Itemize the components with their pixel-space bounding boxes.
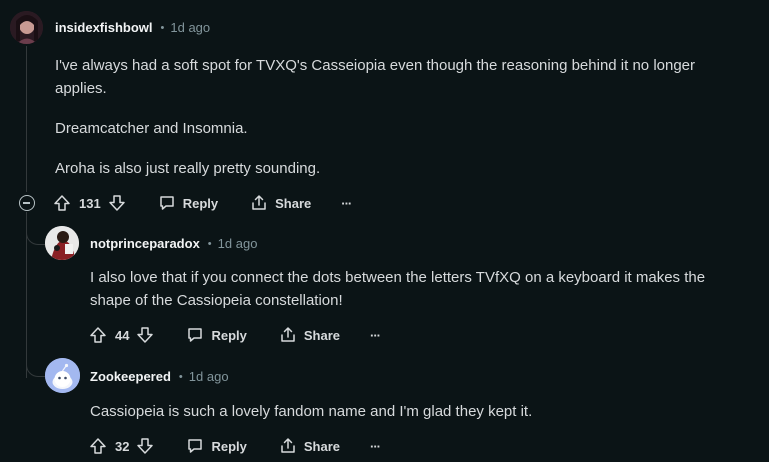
share-button[interactable]: Share [250, 194, 311, 212]
comment-icon [188, 439, 203, 453]
upvote-icon [90, 327, 106, 343]
comment-icon [159, 196, 174, 210]
username[interactable]: insidexfishbowl [55, 20, 153, 35]
share-icon [252, 195, 266, 210]
share-label: Share [303, 327, 341, 343]
comment-body: I've always had a soft spot for TVXQ's C… [55, 54, 745, 180]
reply-button[interactable]: Reply [158, 194, 218, 212]
upvote-button[interactable] [89, 437, 107, 455]
username[interactable]: notprinceparadox [90, 236, 200, 251]
reply-label: Reply [211, 327, 247, 343]
separator-dot: • [160, 21, 165, 34]
share-button[interactable]: Share [279, 437, 340, 455]
comment-actions: 32 Reply Share ··· [89, 430, 381, 462]
more-options-button[interactable]: ··· [370, 438, 381, 454]
thread-branch-1 [26, 222, 45, 245]
more-icon: ··· [341, 195, 352, 211]
comment-paragraph: Aroha is also just really pretty soundin… [55, 160, 321, 177]
reply-label: Reply [182, 195, 219, 211]
avatar[interactable] [10, 11, 43, 44]
comment-paragraph: Dreamcatcher and Insomnia. [55, 120, 248, 137]
downvote-button[interactable] [136, 326, 154, 344]
downvote-button[interactable] [108, 194, 126, 212]
timestamp[interactable]: 1d ago [170, 20, 210, 35]
reply-label: Reply [211, 438, 247, 454]
comment-paragraph: Cassiopeia is such a lovely fandom name … [90, 403, 533, 420]
upvote-button[interactable] [89, 326, 107, 344]
downvote-button[interactable] [136, 437, 154, 455]
username[interactable]: Zookeepered [90, 369, 171, 384]
thread-line-main [26, 46, 27, 192]
collapse-thread-button[interactable] [19, 195, 35, 211]
default-avatar-icon [45, 358, 80, 393]
comment-body: Cassiopeia is such a lovely fandom name … [90, 400, 750, 423]
comment-actions: 131 Reply Share ··· [53, 187, 352, 219]
vote-count: 32 [115, 438, 130, 454]
comment-icon [188, 328, 203, 342]
comment-body: I also love that if you connect the dots… [90, 266, 750, 312]
reply-button[interactable]: Reply [186, 437, 247, 455]
downvote-icon [137, 327, 154, 343]
upvote-icon [54, 195, 70, 211]
user-photo-icon [45, 226, 79, 260]
comment-paragraph: I also love that if you connect the dots… [90, 269, 706, 309]
comment-meta: insidexfishbowl • 1d ago [55, 20, 210, 35]
more-icon: ··· [370, 327, 381, 343]
timestamp[interactable]: 1d ago [189, 369, 229, 384]
avatar[interactable] [45, 358, 80, 393]
downvote-icon [137, 438, 154, 454]
more-icon: ··· [370, 438, 381, 454]
vote-count: 44 [115, 327, 130, 343]
share-icon [281, 327, 295, 342]
share-button[interactable]: Share [279, 326, 340, 344]
comment-meta: notprinceparadox • 1d ago [90, 236, 257, 251]
upvote-icon [90, 438, 106, 454]
separator-dot: • [207, 237, 212, 250]
upvote-button[interactable] [53, 194, 71, 212]
thread-branch-2 [26, 352, 45, 377]
avatar[interactable] [45, 226, 79, 260]
separator-dot: • [178, 370, 183, 383]
timestamp[interactable]: 1d ago [218, 236, 258, 251]
comment-paragraph: I've always had a soft spot for TVXQ's C… [55, 57, 696, 97]
vote-count: 131 [79, 195, 101, 211]
user-photo-icon [10, 11, 43, 44]
more-options-button[interactable]: ··· [341, 195, 352, 211]
comment-meta: Zookeepered • 1d ago [90, 369, 229, 384]
share-label: Share [275, 195, 312, 211]
share-label: Share [303, 438, 341, 454]
reply-button[interactable]: Reply [186, 326, 247, 344]
more-options-button[interactable]: ··· [370, 327, 381, 343]
share-icon [281, 438, 295, 453]
comment-actions: 44 Reply Share ··· [89, 319, 381, 351]
downvote-icon [108, 195, 125, 211]
